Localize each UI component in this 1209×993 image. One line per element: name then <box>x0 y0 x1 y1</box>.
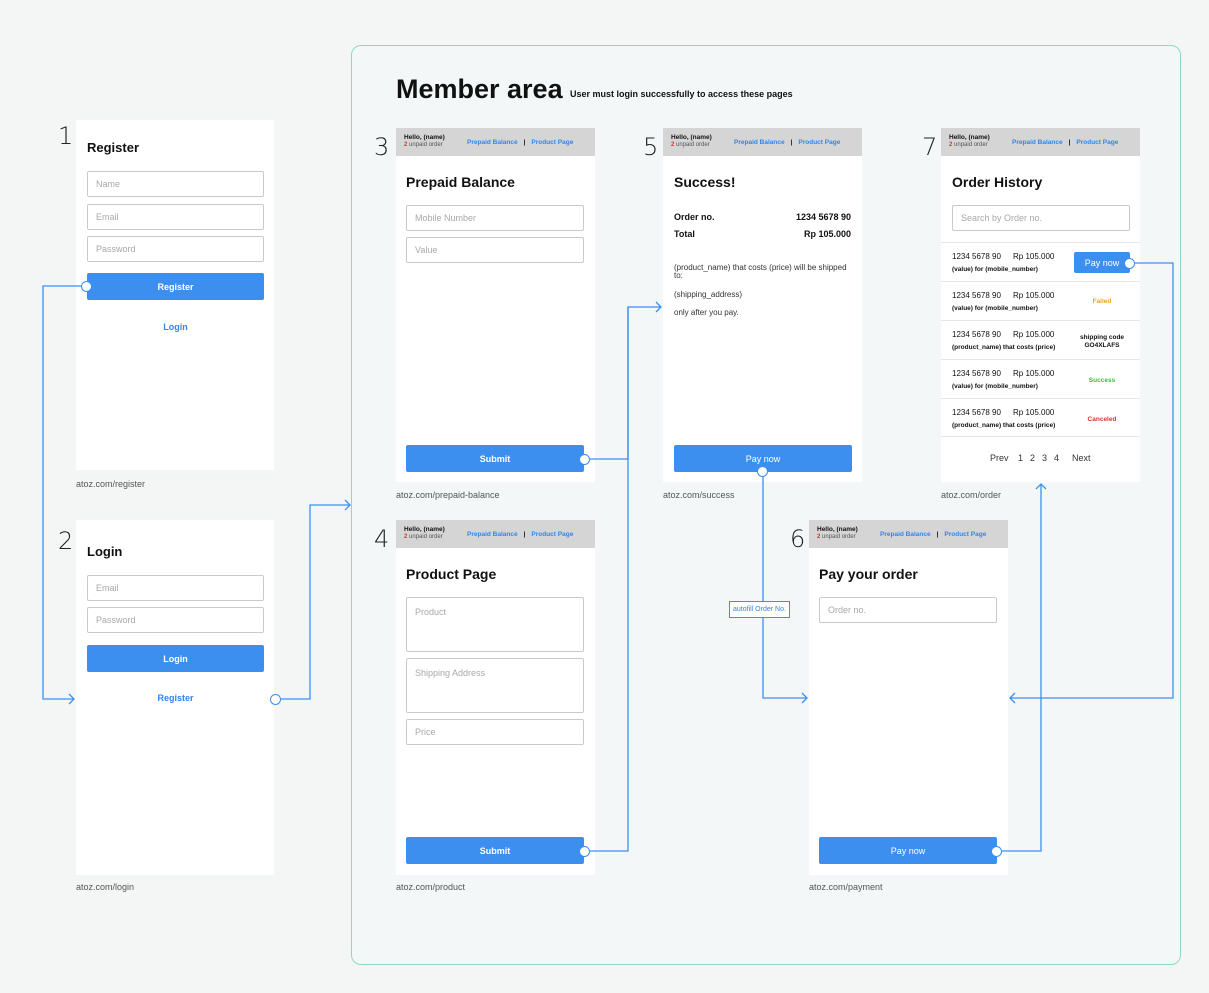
connector-handle[interactable] <box>579 846 590 857</box>
flow-connectors <box>42 262 1174 852</box>
autofill-order-label: autofill Order No. <box>729 601 790 618</box>
connector-handle[interactable] <box>1124 258 1135 269</box>
flow-success-to-payment <box>762 477 807 699</box>
flow-payment-to-order-history <box>1000 484 1042 852</box>
connector-handle[interactable] <box>270 694 281 705</box>
connector-handle[interactable] <box>579 454 590 465</box>
flow-product-to-success <box>589 307 629 852</box>
flow-order-to-payment <box>1010 262 1174 699</box>
connector-handle[interactable] <box>991 846 1002 857</box>
flow-prepaid-to-success <box>589 306 661 460</box>
connector-handle[interactable] <box>757 466 768 477</box>
flow-register-to-login <box>42 285 86 700</box>
connector-handle[interactable] <box>81 281 92 292</box>
flow-login-to-member-area <box>281 504 350 700</box>
